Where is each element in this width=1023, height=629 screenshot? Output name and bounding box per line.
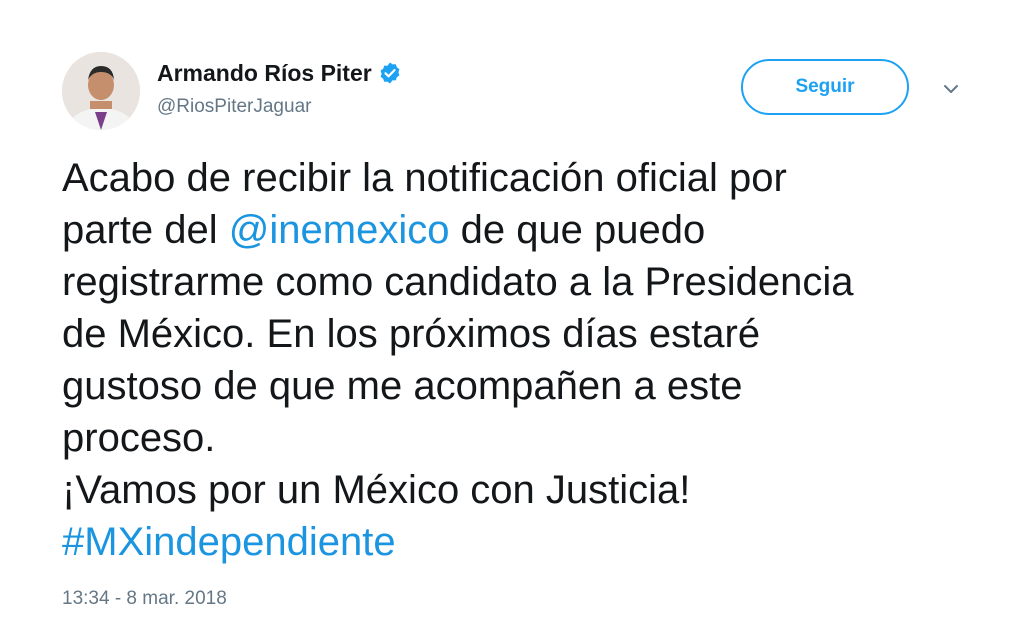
avatar-image bbox=[62, 52, 140, 130]
tweet-line: registrarme como candidato a la Presiden… bbox=[62, 260, 854, 304]
user-handle[interactable]: @RiosPiterJaguar bbox=[157, 96, 311, 118]
avatar[interactable] bbox=[62, 52, 140, 130]
tweet-line: ¡Vamos por un México con Justicia! bbox=[62, 468, 691, 512]
tweet-text: Acabo de recibir la notificación oficial… bbox=[62, 152, 962, 568]
tweet-line: de México. En los próximos días estaré bbox=[62, 312, 761, 356]
mention-link[interactable]: @inemexico bbox=[229, 208, 450, 252]
tweet-text-segment: de que puedo bbox=[449, 208, 706, 252]
hashtag-link[interactable]: #MXindependiente bbox=[62, 520, 396, 564]
tweet-line: proceso. bbox=[62, 416, 216, 460]
tweet-line: #MXindependiente bbox=[62, 516, 962, 568]
verified-badge-icon bbox=[378, 61, 402, 85]
tweet-text-segment: parte del bbox=[62, 208, 229, 252]
tweet-line: Acabo de recibir la notificación oficial… bbox=[62, 156, 787, 200]
tweet-timestamp[interactable]: 13:34 - 8 mar. 2018 bbox=[62, 588, 227, 610]
tweet-line: gustoso de que me acompañen a este bbox=[62, 364, 743, 408]
chevron-down-icon[interactable] bbox=[940, 78, 962, 100]
follow-button[interactable]: Seguir bbox=[741, 59, 909, 115]
display-name[interactable]: Armando Ríos Piter bbox=[157, 60, 372, 87]
tweet-line: parte del @inemexico de que puedo bbox=[62, 204, 962, 256]
tweet-card: Armando Ríos Piter @RiosPiterJaguar Segu… bbox=[0, 0, 1023, 629]
name-row: Armando Ríos Piter bbox=[157, 58, 402, 88]
